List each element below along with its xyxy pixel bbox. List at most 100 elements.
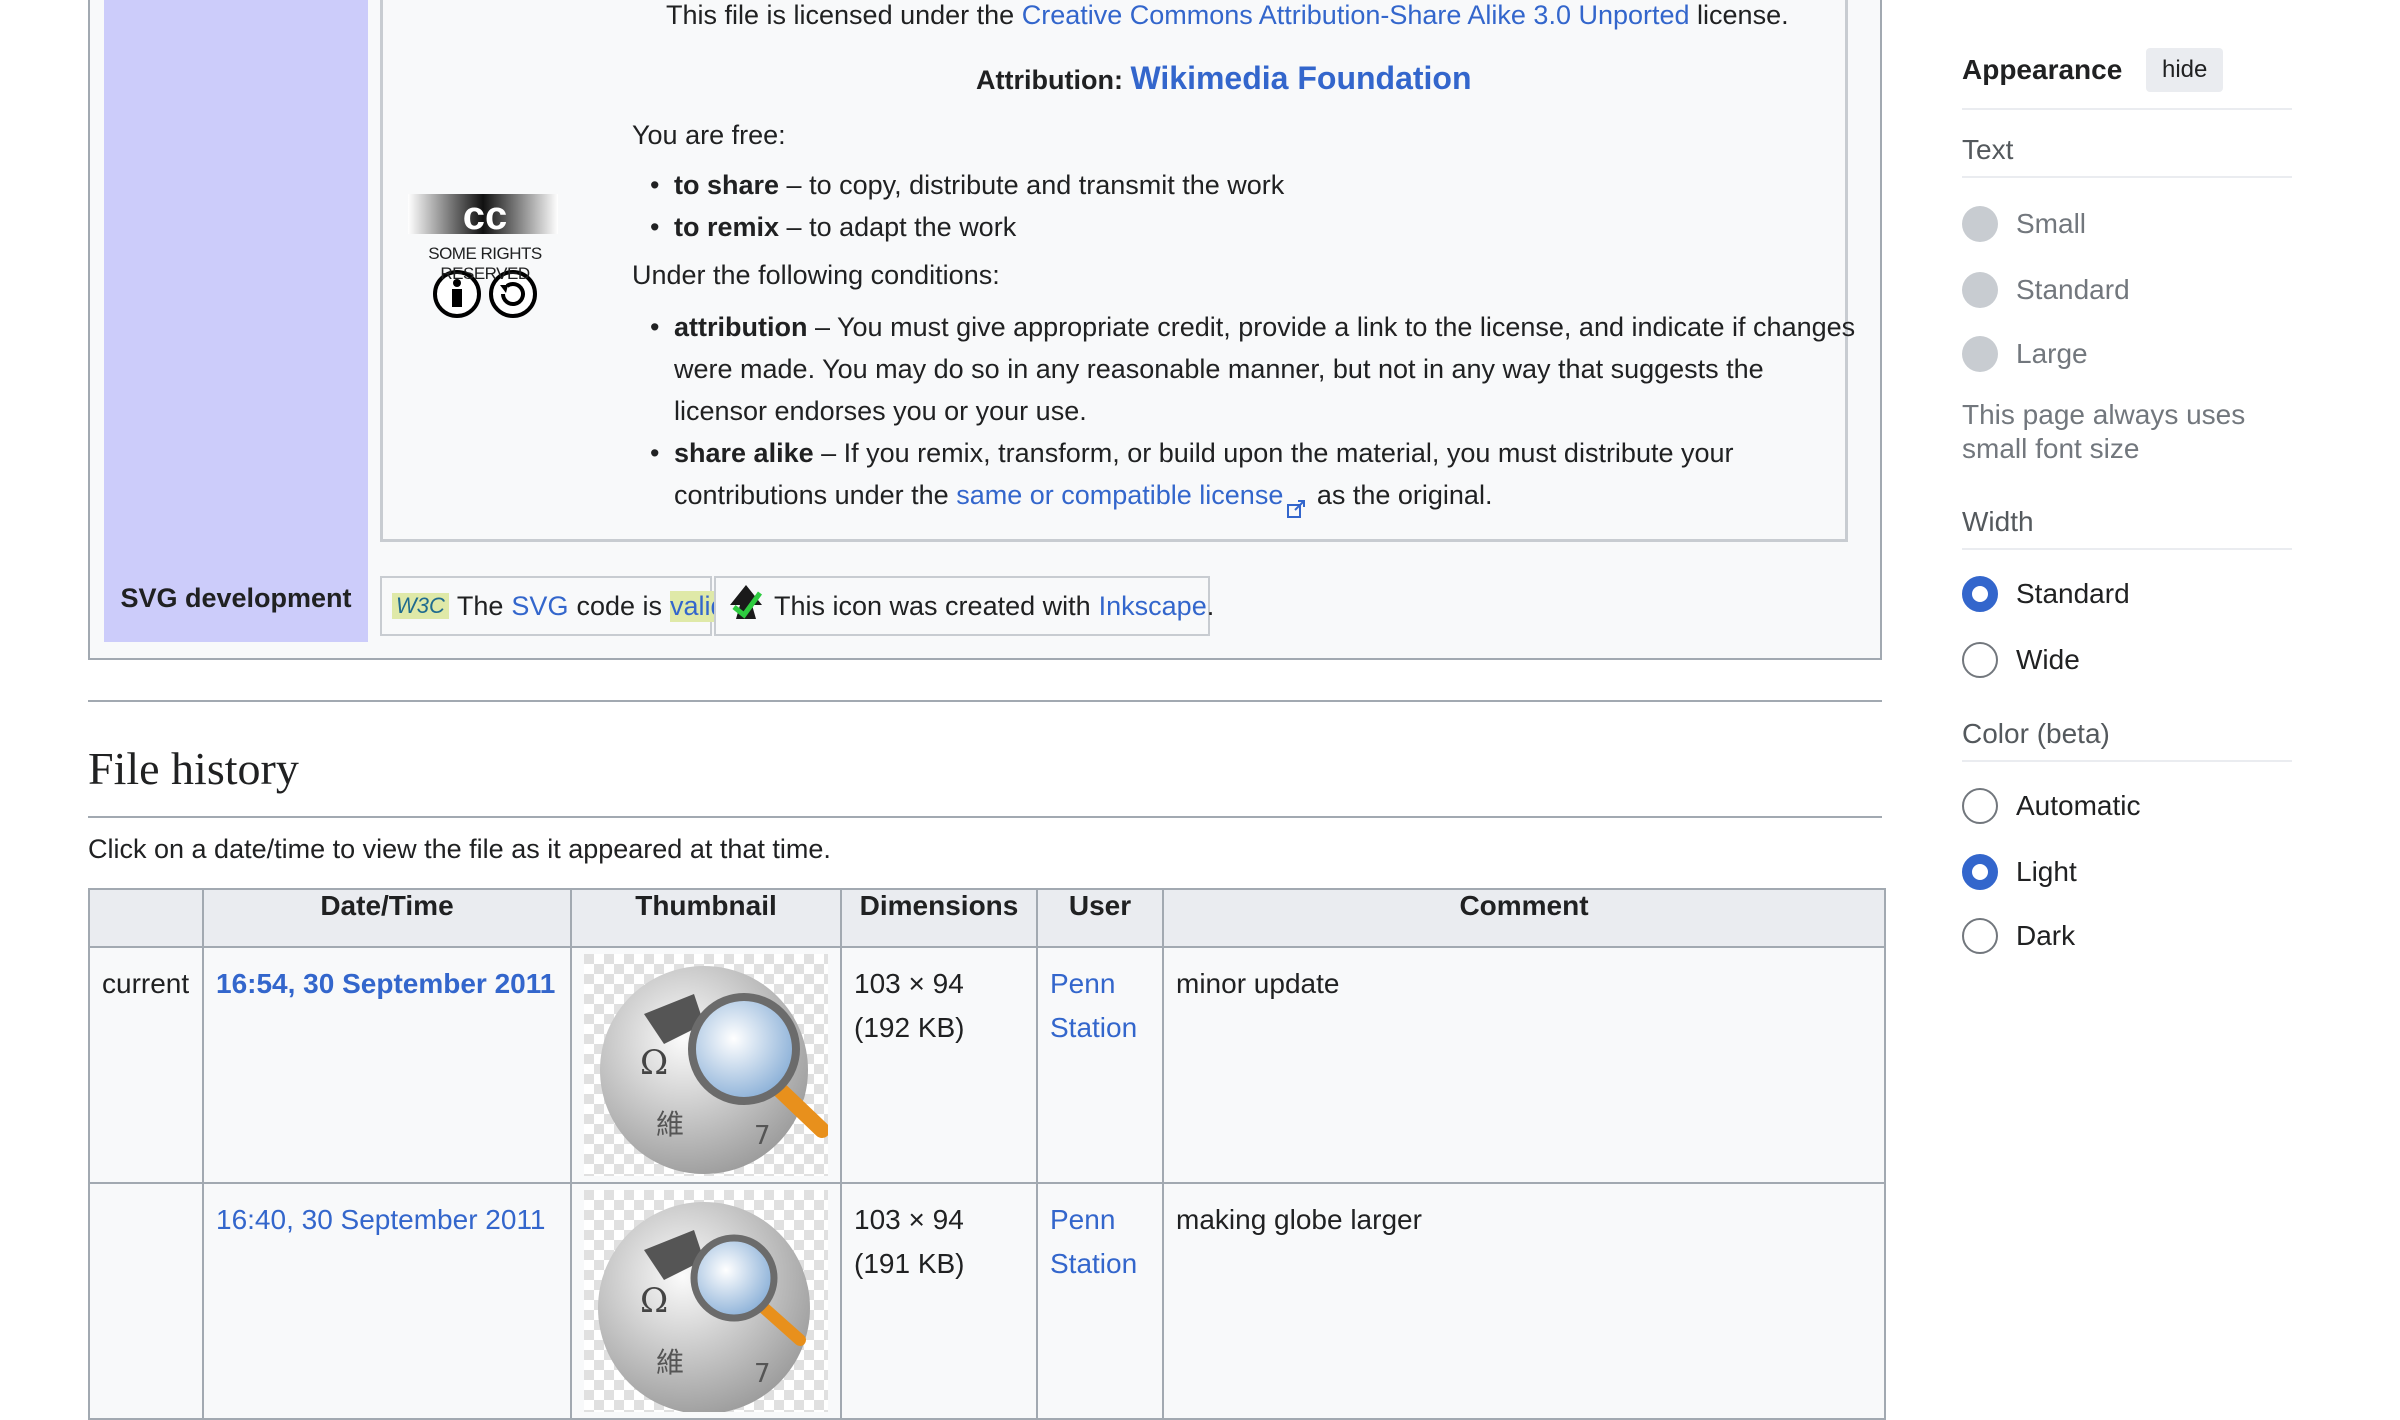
svg-text:cc: cc	[463, 194, 508, 238]
condition-attribution: attribution – You must give appropriate …	[632, 306, 1864, 432]
dimensions: 103 × 94	[854, 968, 964, 999]
row-status	[88, 1182, 204, 1420]
column-header-thumbnail: Thumbnail	[570, 888, 842, 948]
divider	[1962, 176, 2292, 178]
row-datetime-cell: 16:40, 30 September 2011	[202, 1182, 572, 1420]
divider	[1962, 108, 2292, 110]
table-row: current 16:54, 30 September 2011 Ω 維 7 1…	[88, 946, 1886, 1184]
conditions-heading: Under the following conditions:	[632, 260, 1000, 290]
license-link[interactable]: Creative Commons Attribution-Share Alike…	[1022, 0, 1690, 30]
color-option-dark[interactable]: Dark	[1962, 918, 2075, 954]
row-thumbnail-cell: Ω 維 7	[570, 1182, 842, 1420]
attribution-line: Attribution: Wikimedia Foundation	[976, 60, 1472, 97]
datetime-link[interactable]: 16:54, 30 September 2011	[216, 968, 555, 999]
hide-button[interactable]: hide	[2146, 48, 2224, 92]
column-header-dimensions: Dimensions	[840, 888, 1038, 948]
datetime-link[interactable]: 16:40, 30 September 2011	[216, 1204, 546, 1235]
license-prefix: This file is licensed under the	[666, 0, 1015, 30]
user-link[interactable]: Penn Station	[1050, 1204, 1137, 1279]
table-row: 16:40, 30 September 2011 Ω 維 7 103 × 94 (…	[88, 1182, 1886, 1420]
table-header-row: Date/Time Thumbnail Dimensions User Comm…	[88, 888, 1886, 948]
w3c-text-prefix: The	[456, 590, 504, 621]
attribution-label: Attribution:	[976, 65, 1123, 95]
color-group-label: Color (beta)	[1962, 718, 2110, 749]
text-group-label: Text	[1962, 134, 2014, 165]
row-dimensions-cell: 103 × 94 (191 KB)	[840, 1182, 1038, 1420]
section-divider	[88, 700, 1882, 702]
wiki-globe-thumbnail[interactable]: Ω 維 7	[584, 1190, 828, 1412]
svg-text:7: 7	[754, 1121, 771, 1151]
row-comment: making globe larger	[1162, 1182, 1886, 1420]
text-option-large: Large	[1962, 336, 2088, 372]
free-item: to remix – to adapt the work	[632, 206, 1284, 248]
row-status: current	[88, 946, 204, 1184]
inkscape-box: This icon was created with Inkscape.	[714, 576, 1214, 636]
license-suffix: license.	[1697, 0, 1789, 30]
row-user-cell: Penn Station	[1036, 946, 1164, 1184]
free-heading: You are free:	[632, 120, 786, 150]
license-row-label-cell	[104, 0, 368, 568]
svg-text:維: 維	[656, 1108, 684, 1141]
column-header-comment: Comment	[1162, 888, 1886, 948]
cc-license-badge[interactable]: cc SOME RIGHTS RESERVED	[400, 192, 570, 322]
condition-share-alike: share alike – If you remix, transform, o…	[632, 432, 1864, 518]
column-header-status	[88, 888, 204, 948]
row-dimensions-cell: 103 × 94 (192 KB)	[840, 946, 1038, 1184]
divider	[1962, 548, 2292, 550]
radio-button	[1962, 206, 1998, 242]
w3c-text-mid: code is	[576, 590, 663, 621]
inkscape-text-prefix: This icon was created with	[774, 590, 1091, 621]
row-thumbnail-cell: Ω 維 7	[570, 946, 842, 1184]
radio-button[interactable]	[1962, 788, 1998, 824]
compatible-license-link[interactable]: same or compatible license	[956, 480, 1283, 510]
w3c-valid-box: W3C The SVG code is valid.	[380, 576, 733, 636]
file-size: (192 KB)	[854, 1012, 965, 1043]
free-list: to share – to copy, distribute and trans…	[632, 164, 1284, 248]
svg-text:Ω: Ω	[640, 1043, 668, 1083]
dimensions: 103 × 94	[854, 1204, 964, 1235]
text-option-small: Small	[1962, 206, 2086, 242]
color-option-automatic[interactable]: Automatic	[1962, 788, 2141, 824]
svg-development-label: SVG development	[104, 568, 368, 642]
license-statement: This file is licensed under the Creative…	[666, 0, 1789, 31]
user-link[interactable]: Penn Station	[1050, 968, 1137, 1043]
conditions-list: attribution – You must give appropriate …	[632, 306, 1864, 518]
inkscape-link[interactable]: Inkscape	[1099, 591, 1207, 622]
svg-text:7: 7	[754, 1359, 771, 1389]
external-link-icon	[1287, 488, 1306, 518]
inkscape-text-end: .	[1206, 590, 1215, 621]
badge-text: SOME RIGHTS RESERVED	[428, 244, 542, 283]
appearance-title: Appearance	[1962, 54, 2123, 85]
file-history-heading: File history	[88, 743, 299, 794]
text-size-note: This page always uses small font size	[1962, 399, 2246, 464]
free-item: to share – to copy, distribute and trans…	[632, 164, 1284, 206]
w3c-icon: W3C	[392, 593, 449, 619]
file-history-intro: Click on a date/time to view the file as…	[88, 834, 831, 864]
width-option-standard[interactable]: Standard	[1962, 576, 2130, 612]
wiki-globe-thumbnail[interactable]: Ω 維 7	[584, 954, 828, 1176]
row-comment: minor update	[1162, 946, 1886, 1184]
radio-button[interactable]	[1962, 642, 1998, 678]
radio-button	[1962, 272, 1998, 308]
row-user-cell: Penn Station	[1036, 1182, 1164, 1420]
radio-button[interactable]	[1962, 918, 1998, 954]
row-datetime-cell: 16:54, 30 September 2011	[202, 946, 572, 1184]
radio-button	[1962, 336, 1998, 372]
width-group-label: Width	[1962, 506, 2034, 537]
svg-text:維: 維	[656, 1346, 684, 1379]
file-size: (191 KB)	[854, 1248, 965, 1279]
radio-button[interactable]	[1962, 576, 1998, 612]
file-history-table: Date/Time Thumbnail Dimensions User Comm…	[88, 888, 1886, 1420]
svg-link[interactable]: SVG	[511, 591, 568, 622]
color-option-light[interactable]: Light	[1962, 854, 2077, 890]
inkscape-icon	[726, 583, 766, 630]
column-header-datetime: Date/Time	[202, 888, 572, 948]
heading-underline	[88, 816, 1882, 818]
attribution-link[interactable]: Wikimedia Foundation	[1130, 60, 1471, 96]
text-option-standard: Standard	[1962, 272, 2130, 308]
svg-text:Ω: Ω	[640, 1281, 668, 1321]
column-header-user: User	[1036, 888, 1164, 948]
width-option-wide[interactable]: Wide	[1962, 642, 2080, 678]
divider	[1962, 760, 2292, 762]
radio-button[interactable]	[1962, 854, 1998, 890]
